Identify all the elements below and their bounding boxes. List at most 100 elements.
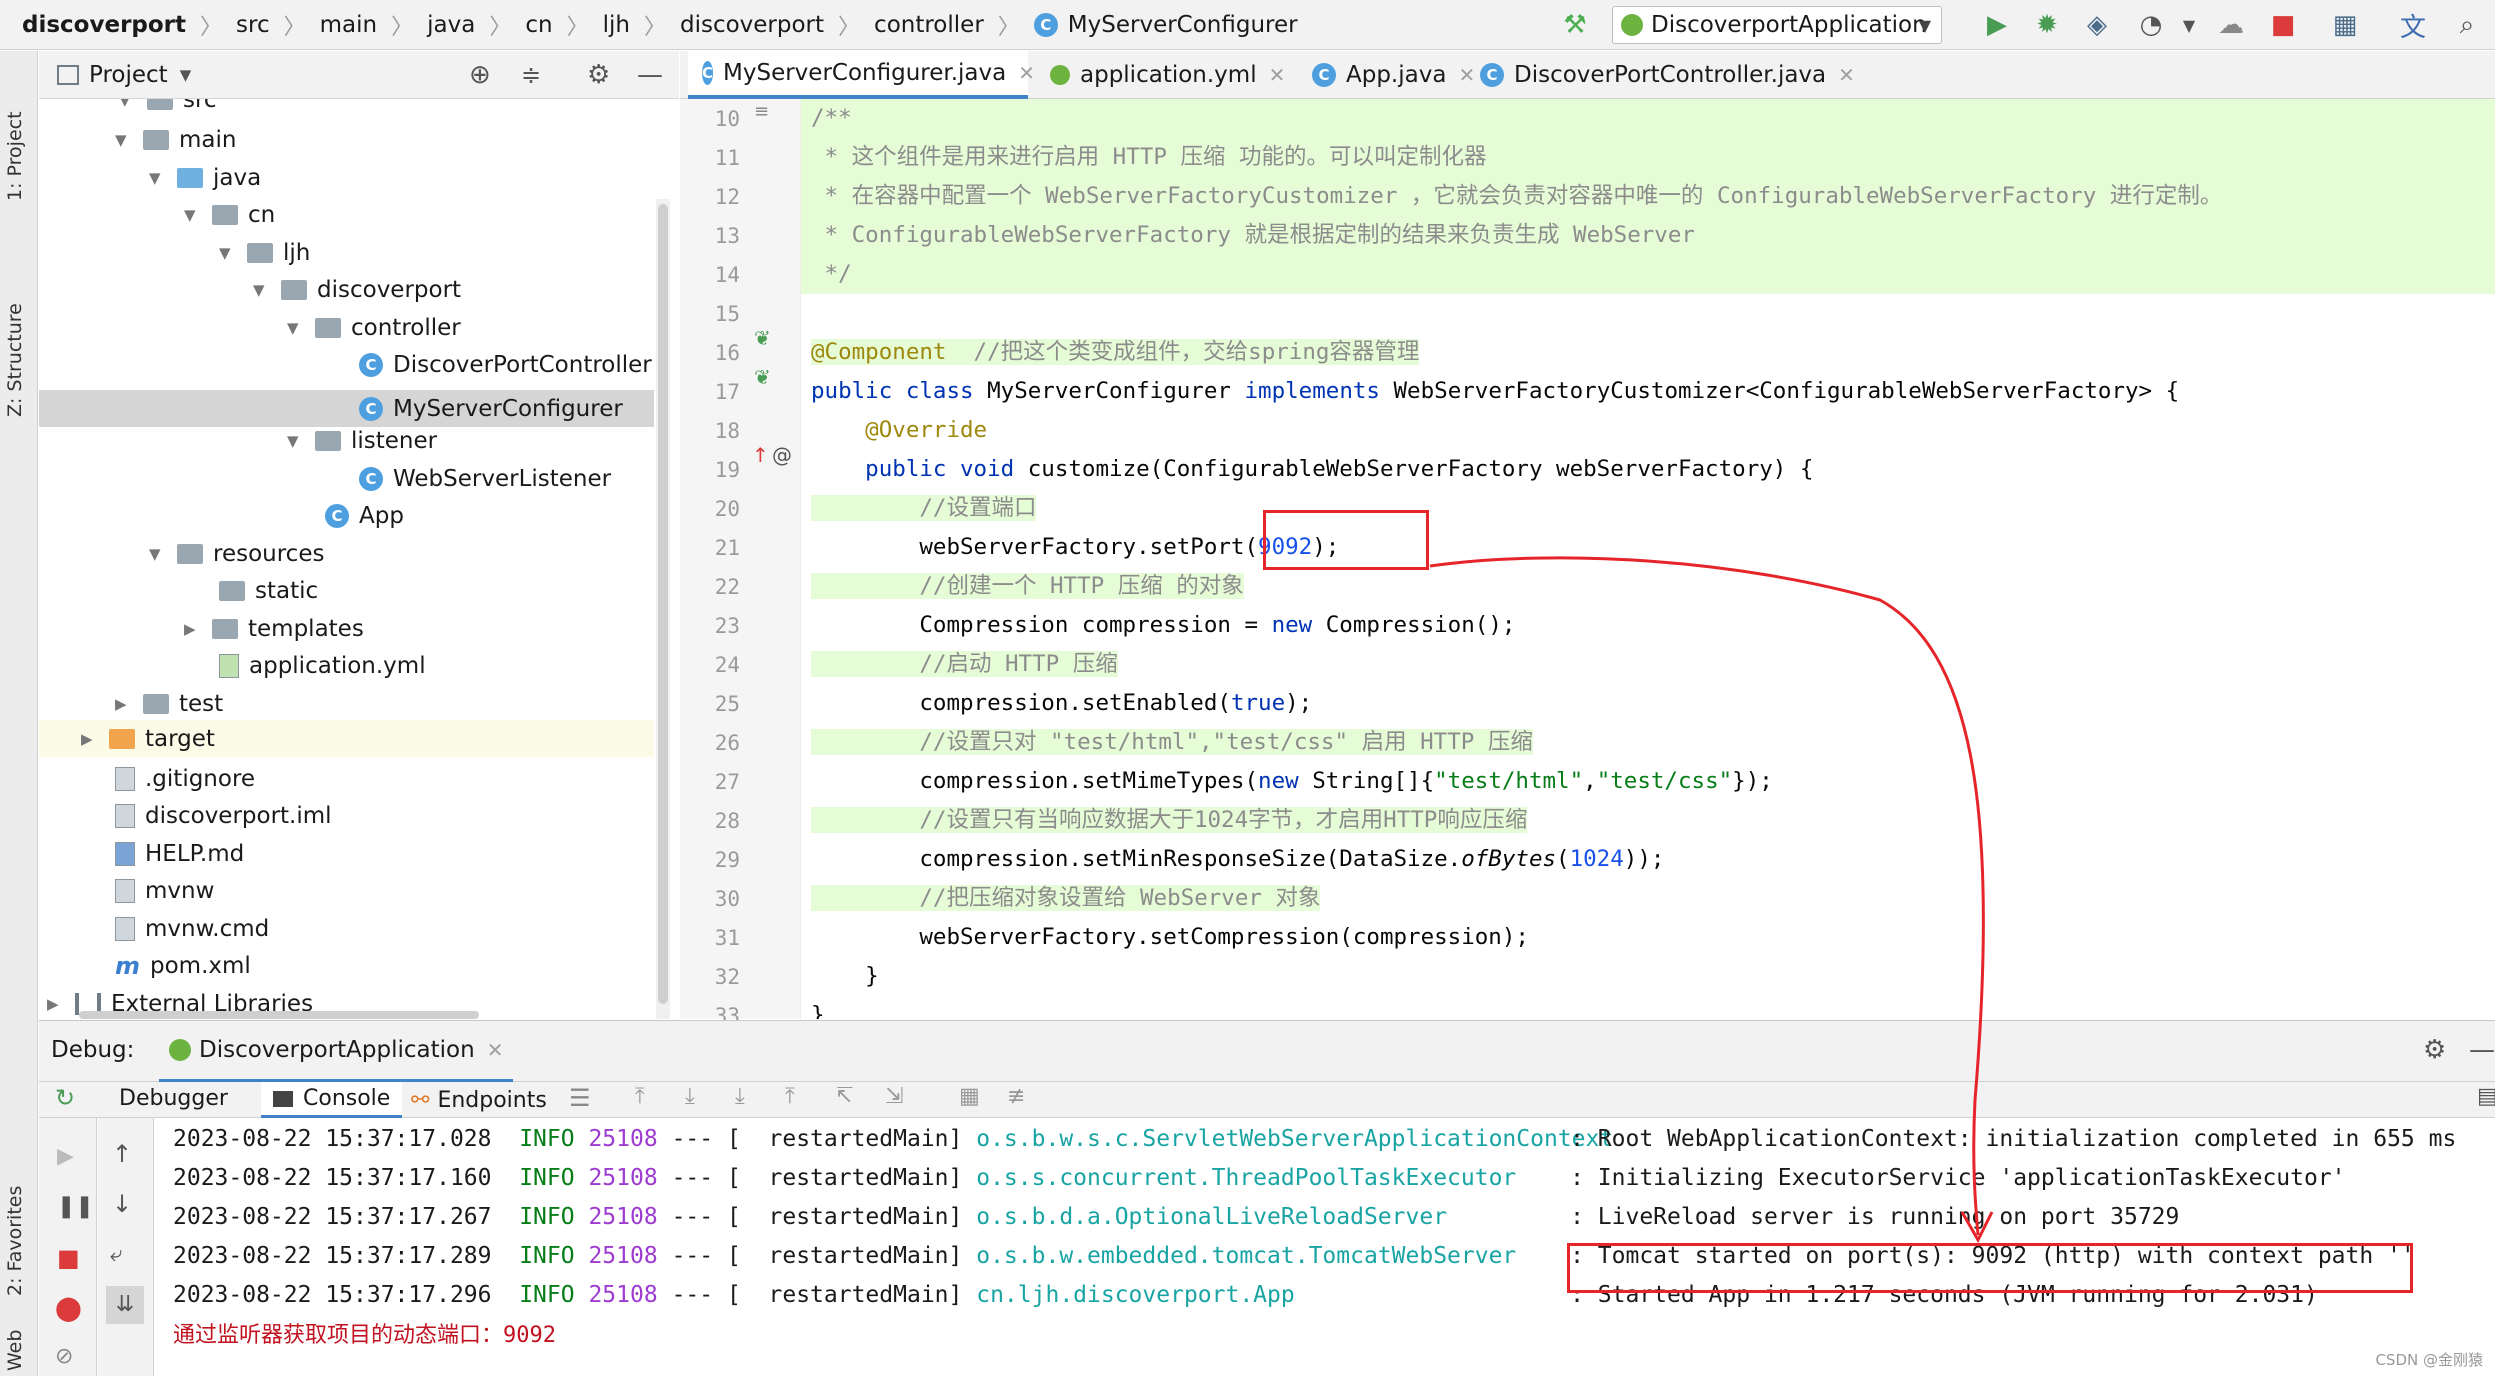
project-tool-tab[interactable]: 1: Project [4,71,26,201]
menu-icon[interactable]: ☰ [569,1084,591,1112]
project-panel-title[interactable]: Project [89,62,168,88]
stop-icon[interactable]: ■ [57,1244,80,1272]
breadcrumb-item[interactable]: cn [525,12,552,38]
tree-item-target[interactable]: ▶ target [81,720,215,757]
stop-icon[interactable]: ■ [2268,10,2298,40]
doc-render-icon[interactable]: ≡ [754,101,769,122]
bean-icon[interactable]: ❦ [754,365,771,389]
code-token: String[]{ [1298,768,1435,794]
tree-item-discoverportcontroller[interactable]: C DiscoverPortController [359,346,652,383]
scroll-to-end-icon[interactable]: ⇊ [106,1286,144,1324]
breadcrumb-item[interactable]: controller [874,12,984,38]
code-line: */ [811,261,852,287]
tree-item-pom-xml[interactable]: m pom.xml [115,947,251,984]
minimize-icon[interactable]: — [2469,1035,2495,1065]
locate-icon[interactable]: ⊕ [469,60,491,90]
tree-item-static[interactable]: static [219,572,318,609]
collapse-all-icon[interactable]: ≑ [521,61,541,89]
tree-item-listener[interactable]: ▼ listener [287,422,437,459]
gear-icon[interactable]: ⚙ [587,60,610,90]
breadcrumb-item[interactable]: ljh [603,12,630,38]
tree-item-cn[interactable]: ▼ cn [184,196,275,233]
debug-session-tab[interactable]: DiscoverportApplication ✕ [159,1021,514,1083]
tab-endpoints[interactable]: ⚯ Endpoints [411,1082,547,1118]
gear-icon[interactable]: ⚙ [2423,1035,2446,1065]
build-hammer-icon[interactable]: ⚒ [1560,10,1590,40]
run-configuration-select[interactable]: DiscoverportApplication ▼ [1612,6,1942,44]
show-execution-point-icon[interactable]: ⤒ [635,1084,645,1109]
up-arrow-icon[interactable]: ↑ [112,1140,132,1168]
tree-scrollbar-thumb[interactable] [658,204,668,1004]
translate-icon[interactable]: 文 [2398,10,2428,43]
code-comment: //设置只对 "test/html","test/css" 启用 HTTP 压缩 [811,729,1533,755]
chevron-down-icon[interactable]: ▼ [180,66,192,84]
navigation-bar: discoverport 〉 src 〉 main 〉 java 〉 cn 〉 ljh 〉 … [0,0,2495,50]
tree-item-app[interactable]: C App [325,497,404,534]
debug-icon[interactable]: ✹ [2032,10,2062,40]
project-structure-icon[interactable]: ▦ [2330,10,2360,40]
tree-item-controller[interactable]: ▼ controller [287,309,461,346]
override-icon[interactable]: ↑ [752,443,769,467]
tree-item-mvnw-cmd[interactable]: mvnw.cmd [115,910,269,947]
tree-item-test[interactable]: ▶ test [115,685,223,722]
tree-item-resources[interactable]: ▼ resources [149,535,324,572]
bean-icon[interactable]: ❦ [754,326,771,350]
code-editor[interactable]: /** * 这个组件是用来进行启用 HTTP 压缩 功能的。可以叫定制化器 * … [800,99,2495,1019]
tree-item-ljh[interactable]: ▼ ljh [219,234,310,271]
log-line-dynamic-port: 通过监听器获取项目的动态端口：9092 [173,1323,556,1348]
breadcrumb-item[interactable]: discoverport [22,12,186,38]
tab-myserverconfigurer[interactable]: C MyServerConfigurer.java ✕ [688,51,1035,99]
tree-item-discoverport[interactable]: ▼ discoverport [253,271,461,308]
web-tool-tab[interactable]: Web [4,1311,26,1371]
resume-icon[interactable]: ▶ [57,1144,74,1169]
profiler-menu-icon[interactable]: ▼ [2174,10,2204,40]
rerun-icon[interactable]: ↻ [55,1084,75,1112]
breadcrumb-item[interactable]: discoverport [680,12,824,38]
tree-hscrollbar[interactable] [79,1011,479,1019]
tree-item-help-md[interactable]: HELP.md [115,835,244,872]
search-icon[interactable]: ⌕ [2452,10,2482,40]
tab-discoverportcontroller[interactable]: C DiscoverPortController.java ✕ [1470,51,1855,99]
tree-item-application-yml[interactable]: application.yml [219,647,426,684]
breadcrumb-item[interactable]: main [320,12,377,38]
tree-item-src[interactable]: ▼ src [119,99,217,118]
step-out-icon[interactable]: ⤒ [785,1084,795,1109]
pause-icon[interactable]: ❚❚ [57,1194,94,1219]
tree-item-templates[interactable]: ▶ templates [184,610,364,647]
tab-application-yml[interactable]: application.yml ✕ [1040,51,1285,99]
trace-icon[interactable]: ≢ [1007,1084,1025,1109]
layout-icon[interactable]: ▤ [2477,1084,2495,1109]
breadcrumb-item[interactable]: src [236,12,270,38]
minimize-icon[interactable]: — [637,60,663,90]
favorites-tool-tab[interactable]: 2: Favorites [4,1126,26,1296]
line-number: 26 [714,731,740,755]
down-arrow-icon[interactable]: ↓ [112,1190,132,1218]
attach-icon[interactable]: ☁ [2216,10,2246,40]
evaluate-icon[interactable]: ▦ [959,1084,980,1109]
run-icon[interactable]: ▶ [1982,10,2012,40]
code-number: 1024 [1569,846,1624,872]
step-into-icon[interactable]: ⤓ [735,1084,745,1109]
tree-item-mvnw[interactable]: mvnw [115,872,214,909]
drop-frame-icon[interactable]: ↸ [835,1084,853,1109]
mute-breakpoints-icon[interactable]: ⊘ [55,1344,73,1369]
tree-item-webserverlistener[interactable]: C WebServerListener [359,460,611,497]
breadcrumb-item[interactable]: MyServerConfigurer [1068,12,1298,38]
view-breakpoints-icon[interactable]: ⬤ [55,1294,82,1322]
annotation-at-icon[interactable]: @ [772,443,792,467]
structure-tool-tab[interactable]: Z: Structure [4,227,26,417]
tree-item-java[interactable]: ▼ java [149,159,261,196]
step-over-icon[interactable]: ⤓ [685,1084,695,1109]
tree-item-gitignore[interactable]: .gitignore [115,760,255,797]
profiler-icon[interactable]: ◔ [2136,10,2166,40]
breadcrumb-item[interactable]: java [427,12,475,38]
run-to-cursor-icon[interactable]: ⇲ [885,1084,903,1109]
tab-debugger[interactable]: Debugger [119,1086,228,1111]
tree-item-main[interactable]: ▼ main [115,121,236,158]
tab-console[interactable]: Console [261,1082,403,1118]
soft-wrap-icon[interactable]: ⤶ [110,1242,122,1267]
console-output[interactable]: 2023-08-22 15:37:17.028 INFO 25108 --- [… [155,1118,2495,1376]
tree-item-discoverport-iml[interactable]: discoverport.iml [115,797,332,834]
tab-app-java[interactable]: C App.java ✕ [1302,51,1475,99]
coverage-icon[interactable]: ◈ [2082,10,2112,40]
